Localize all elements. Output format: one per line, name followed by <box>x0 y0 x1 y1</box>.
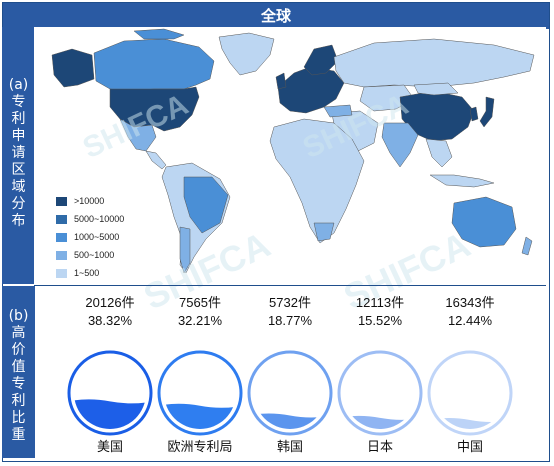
side-label-char: 专 <box>11 376 26 392</box>
legend-item: 5000~10000 <box>56 213 151 229</box>
panel-b-text: (b) 高价值专利比重 <box>2 308 35 444</box>
side-label-char: 域 <box>11 179 26 195</box>
side-label-char: 分 <box>11 196 26 212</box>
legend-swatch <box>56 215 67 224</box>
side-label-char: 布 <box>11 213 26 229</box>
indonesia <box>429 174 495 188</box>
region-share: 32.21% <box>177 313 223 328</box>
japan <box>479 96 495 128</box>
side-label-char: 比 <box>11 410 26 426</box>
legend-swatch <box>56 197 67 206</box>
legend-item: 1~500 <box>56 267 151 283</box>
side-label-char: 区 <box>11 162 26 178</box>
india <box>381 122 419 168</box>
share-gauge <box>427 350 513 436</box>
panel-divider <box>34 285 546 286</box>
legend-item: 1000~5000 <box>56 231 151 247</box>
canada-islands <box>133 28 185 40</box>
region-stats: 5732件 18.77% <box>245 294 335 330</box>
legend-item: 500~1000 <box>56 249 151 265</box>
region-label: 美国 <box>96 439 123 454</box>
share-gauge <box>337 350 423 436</box>
side-label-char: 高 <box>11 325 26 341</box>
legend-label: 1000~5000 <box>74 232 120 242</box>
canada <box>93 38 215 92</box>
legend-swatch <box>56 269 67 278</box>
legend-label: 500~1000 <box>74 250 115 260</box>
australia <box>451 196 517 248</box>
region-label: 韩国 <box>276 439 303 454</box>
legend-label: 5000~10000 <box>74 214 125 224</box>
share-gauge <box>157 350 243 436</box>
uk <box>275 72 287 90</box>
new-zealand <box>521 236 533 256</box>
share-gauge <box>247 350 333 436</box>
region-label: 日本 <box>366 439 393 454</box>
panel-a-label: (a) 专利申请区域分布 <box>2 27 35 284</box>
share-gauge <box>67 350 153 436</box>
panel-a-text: (a) 专利申请区域分布 <box>2 77 35 230</box>
region-count: 12113件 <box>355 295 405 310</box>
region-count: 5732件 <box>269 295 311 310</box>
russia <box>333 38 535 88</box>
figure-title: 全球 <box>3 3 549 29</box>
side-label-char: 利 <box>11 111 26 127</box>
legend-label: 1~500 <box>74 268 100 278</box>
region-count: 16343件 <box>445 295 495 310</box>
panel-b-label: (b) 高价值专利比重 <box>2 286 35 458</box>
side-label-char: 利 <box>11 393 26 409</box>
region-count: 20126件 <box>85 295 135 310</box>
region-share: 18.77% <box>267 313 313 328</box>
region-share: 38.32% <box>87 313 133 328</box>
legend-item: >10000 <box>56 195 151 211</box>
region-share: 12.44% <box>447 313 493 328</box>
side-label-char: 请 <box>11 145 26 161</box>
southeast-asia <box>425 138 453 168</box>
scandinavia <box>303 44 339 76</box>
region-share: 15.52% <box>357 313 403 328</box>
region-stats: 16343件 12.44% <box>425 294 515 330</box>
map-legend: >10000 5000~10000 1000~5000 500~1000 1~500 <box>56 195 151 285</box>
side-label-char: 重 <box>11 427 26 443</box>
region-stats: 20126件 38.32% <box>65 294 155 330</box>
side-label-char: 申 <box>11 128 26 144</box>
side-label-char: (a) <box>8 77 29 93</box>
region-stats: 7565件 32.21% <box>155 294 245 330</box>
region-count: 7565件 <box>179 295 221 310</box>
region-label: 欧洲专利局 <box>167 439 233 454</box>
side-label-char: 专 <box>11 94 26 110</box>
greenland <box>218 32 275 76</box>
region-label: 中国 <box>456 439 483 454</box>
side-label-char: 价 <box>11 342 26 358</box>
legend-label: >10000 <box>74 196 105 206</box>
legend-swatch <box>56 251 67 260</box>
region-stats: 12113件 15.52% <box>335 294 425 330</box>
legend-swatch <box>56 233 67 242</box>
alaska <box>51 48 95 88</box>
central-america <box>145 150 167 170</box>
side-label-char: 值 <box>11 359 26 375</box>
turkey <box>323 104 353 118</box>
side-label-char: (b) <box>8 308 29 324</box>
